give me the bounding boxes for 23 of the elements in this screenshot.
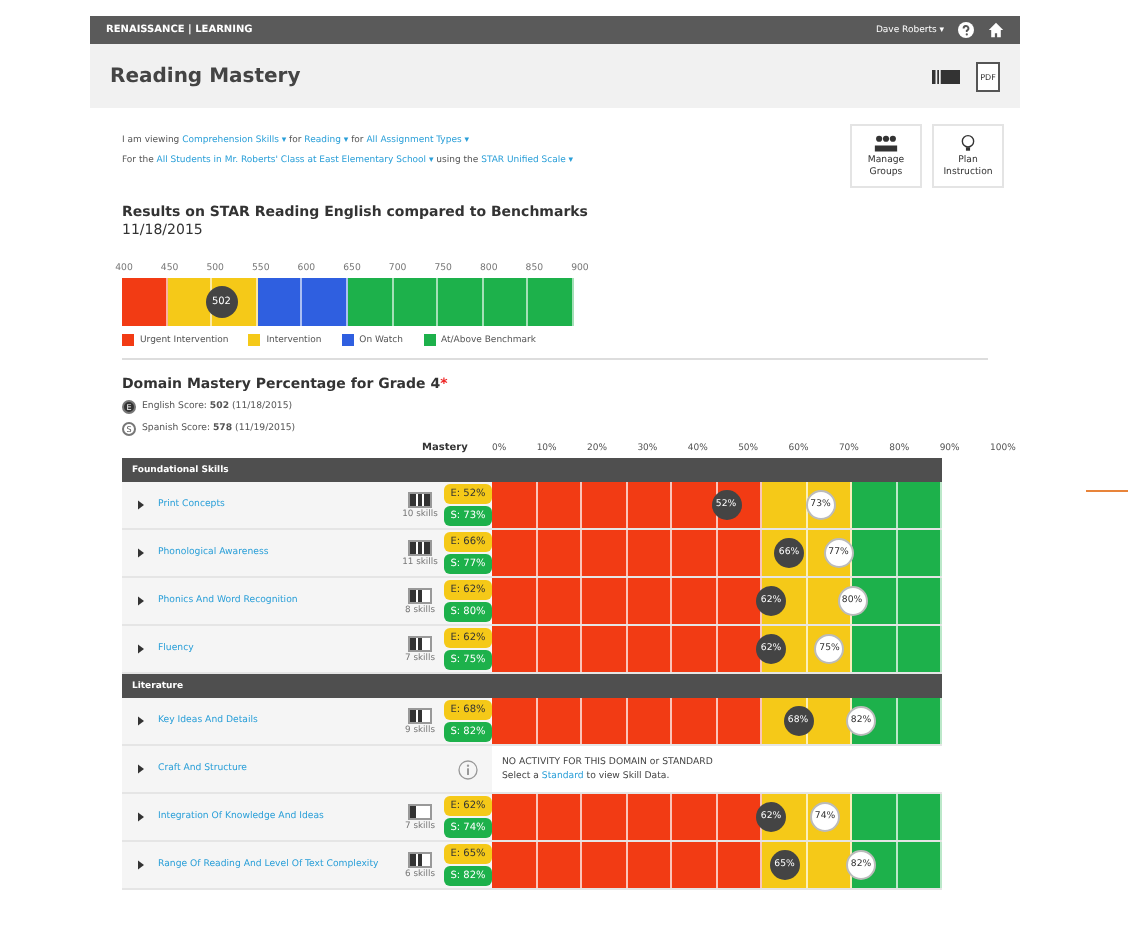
info-icon [458, 759, 478, 779]
battery-icon [408, 803, 432, 819]
expand-caret-icon[interactable] [138, 860, 144, 870]
barcode-icon[interactable] [932, 67, 960, 85]
battery-icon [408, 707, 432, 723]
expand-caret-icon[interactable] [138, 812, 144, 822]
people-icon [874, 134, 898, 153]
expand-caret-icon[interactable] [138, 500, 144, 510]
battery-icon [408, 587, 432, 603]
expand-caret-icon[interactable] [138, 596, 144, 606]
battery-icon [408, 491, 432, 507]
expand-caret-icon[interactable] [138, 548, 144, 558]
expand-caret-icon[interactable] [138, 764, 144, 774]
help-icon[interactable] [958, 22, 974, 38]
page-title: Reading Mastery [110, 65, 301, 87]
lightbulb-icon [956, 134, 980, 153]
battery-icon [408, 635, 432, 651]
accent-line [1086, 490, 1128, 492]
expand-caret-icon[interactable] [138, 644, 144, 654]
home-icon[interactable] [988, 22, 1004, 38]
expand-caret-icon[interactable] [138, 716, 144, 726]
battery-icon [408, 539, 432, 555]
battery-icon [408, 851, 432, 867]
